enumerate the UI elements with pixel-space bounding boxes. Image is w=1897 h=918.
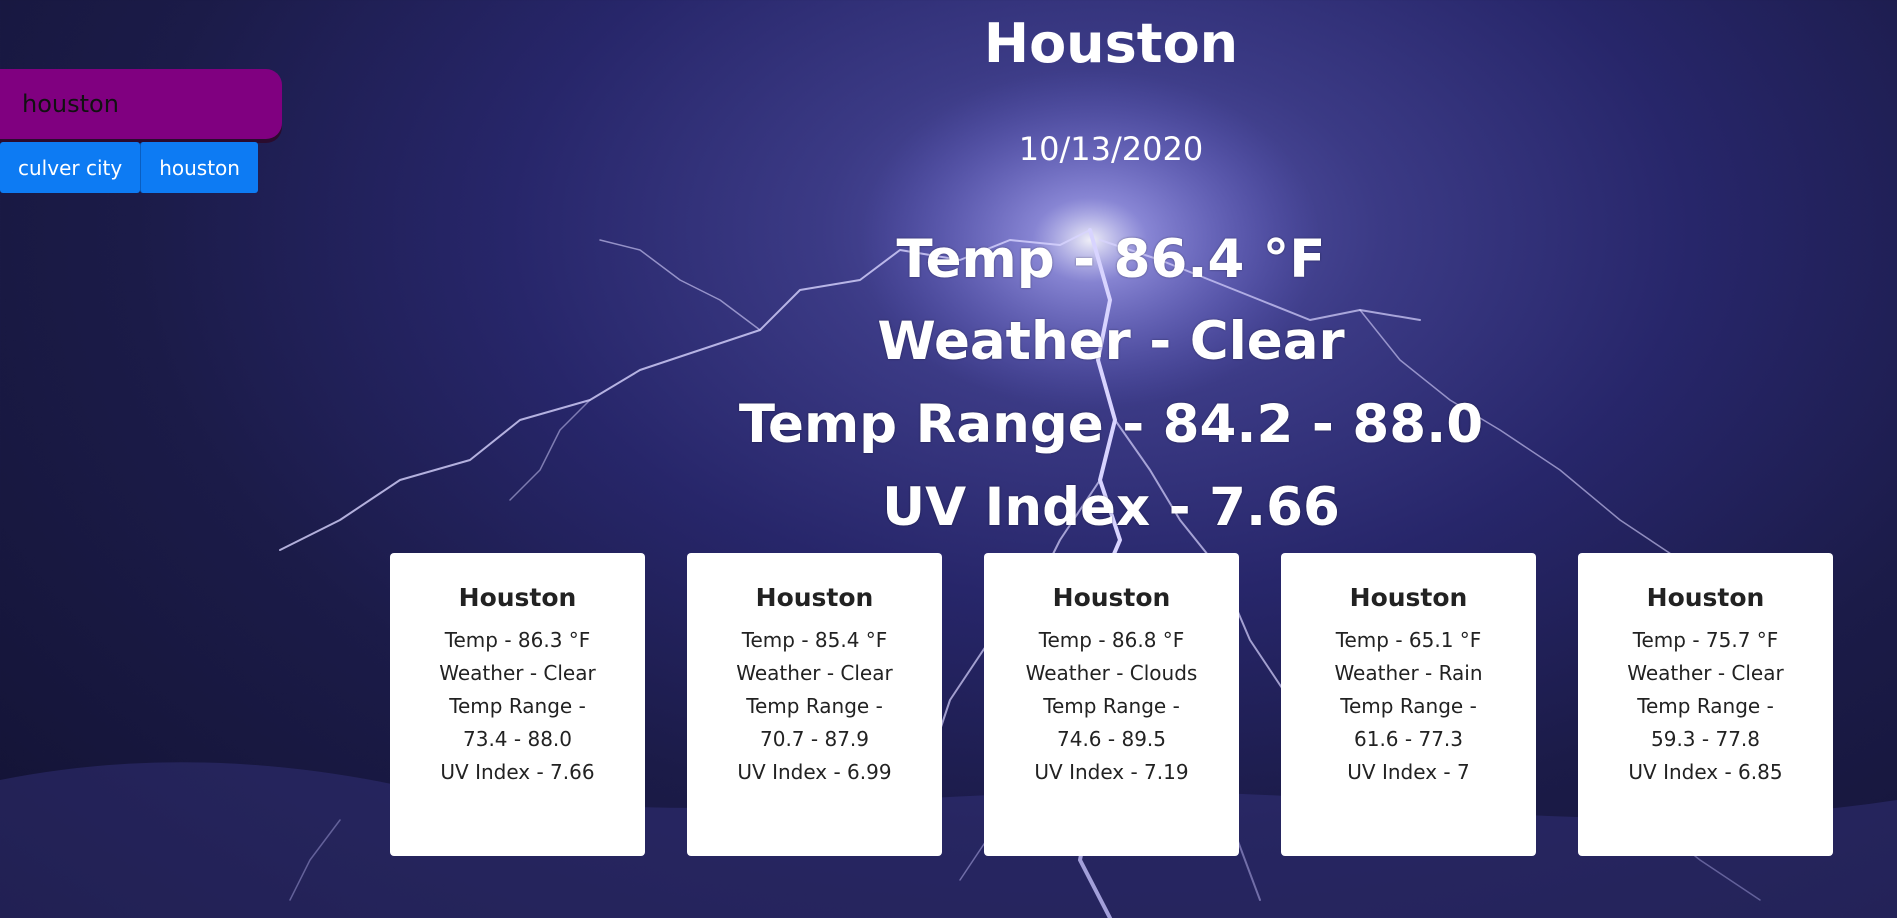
forecast-card-weather: Weather - Clear — [736, 661, 893, 685]
forecast-card-weather: Weather - Clear — [439, 661, 596, 685]
city-title: Houston — [983, 12, 1239, 75]
forecast-card-temp: Temp - 86.3 °F — [444, 628, 591, 652]
forecast-card-city: Houston — [1646, 583, 1765, 612]
forecast-card-city: Houston — [1052, 583, 1171, 612]
forecast-card-city: Houston — [1349, 583, 1468, 612]
forecast-card-weather: Weather - Clear — [1627, 661, 1784, 685]
forecast-card-uv: UV Index - 7.19 — [1034, 760, 1189, 784]
current-temp: Temp - 86.4 °F — [896, 229, 1326, 290]
forecast-card-temp: Temp - 65.1 °F — [1335, 628, 1482, 652]
forecast-card-city: Houston — [458, 583, 577, 612]
forecast-card: Houston Temp - 75.7 °F Weather - Clear T… — [1578, 553, 1833, 856]
forecast-card-temp: Temp - 85.4 °F — [741, 628, 888, 652]
forecast-card-temp: Temp - 86.8 °F — [1038, 628, 1185, 652]
forecast-card-range: Temp Range - 74.6 - 89.5 — [1043, 694, 1180, 751]
forecast-card-range: Temp Range - 73.4 - 88.0 — [449, 694, 586, 751]
forecast-card-weather: Weather - Rain — [1334, 661, 1483, 685]
forecast-card: Houston Temp - 85.4 °F Weather - Clear T… — [687, 553, 942, 856]
forecast-card-range: Temp Range - 59.3 - 77.8 — [1637, 694, 1774, 751]
forecast-card: Houston Temp - 86.8 °F Weather - Clouds … — [984, 553, 1239, 856]
current-uv-index: UV Index - 7.66 — [882, 477, 1340, 538]
forecast-card-uv: UV Index - 7 — [1347, 760, 1470, 784]
forecast-cards: Houston Temp - 86.3 °F Weather - Clear T… — [390, 553, 1833, 856]
forecast-card-uv: UV Index - 6.85 — [1628, 760, 1783, 784]
search-bar[interactable] — [0, 69, 282, 139]
forecast-card-city: Houston — [755, 583, 874, 612]
forecast-card-uv: UV Index - 6.99 — [737, 760, 892, 784]
forecast-card: Houston Temp - 86.3 °F Weather - Clear T… — [390, 553, 645, 856]
forecast-card-temp: Temp - 75.7 °F — [1632, 628, 1779, 652]
forecast-card-uv: UV Index - 7.66 — [440, 760, 595, 784]
current-date: 10/13/2020 — [1018, 130, 1204, 168]
forecast-card: Houston Temp - 65.1 °F Weather - Rain Te… — [1281, 553, 1536, 856]
search-input[interactable] — [22, 90, 262, 118]
forecast-card-range: Temp Range - 70.7 - 87.9 — [746, 694, 883, 751]
forecast-card-range: Temp Range - 61.6 - 77.3 — [1340, 694, 1477, 751]
current-temp-range: Temp Range - 84.2 - 88.0 — [738, 394, 1484, 455]
forecast-card-weather: Weather - Clouds — [1025, 661, 1198, 685]
current-weather: Weather - Clear — [877, 311, 1345, 372]
